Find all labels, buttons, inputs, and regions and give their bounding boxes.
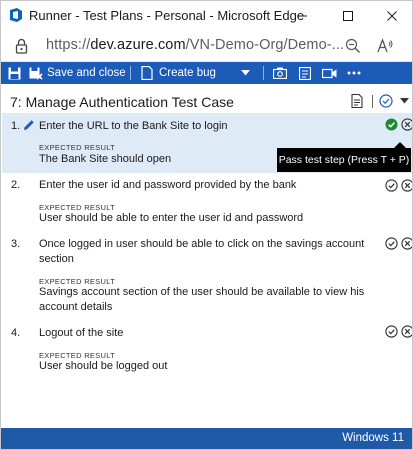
fail-icon[interactable]	[401, 237, 413, 250]
minimize-button[interactable]	[280, 1, 324, 31]
step-actions	[385, 325, 413, 338]
fail-icon[interactable]	[401, 179, 413, 192]
save-close-icon	[29, 67, 43, 80]
create-bug-icon	[141, 66, 153, 80]
zoom-out-icon	[345, 38, 360, 53]
test-case-title: 7: Manage Authentication Test Case	[10, 94, 234, 110]
step-actions	[385, 118, 413, 131]
step-action: Enter the URL to the Bank Site to login	[39, 120, 228, 132]
pencil-icon[interactable]	[23, 119, 35, 131]
step-number: 1.	[11, 120, 21, 132]
create-bug-dropdown[interactable]	[241, 62, 250, 84]
video-icon	[322, 68, 337, 78]
runner-toolbar: Save and close Create bug	[1, 62, 412, 84]
create-bug-label: Create bug	[159, 67, 216, 79]
close-icon	[387, 11, 397, 21]
chevron-down-icon	[241, 70, 250, 76]
step-action: Logout of the site	[39, 327, 124, 339]
read-aloud-button[interactable]	[376, 37, 394, 55]
toolbar-divider	[130, 66, 131, 80]
more-icon	[347, 71, 361, 75]
url-field[interactable]: https://dev.azure.com/VN-Demo-Org/Demo-.…	[46, 37, 344, 53]
azure-test-plans-icon	[10, 8, 22, 22]
pass-icon[interactable]	[385, 325, 398, 338]
record-screen-button[interactable]	[322, 62, 337, 84]
step-action: Enter the user id and password provided …	[39, 179, 297, 191]
save-icon	[8, 67, 21, 79]
toolbar-divider	[263, 66, 264, 80]
step-actions	[385, 237, 413, 250]
save-and-close-button[interactable]: Save and close	[29, 62, 126, 84]
status-circle-icon[interactable]	[379, 94, 393, 108]
create-bug-button[interactable]: Create bug	[141, 62, 216, 84]
notes-icon[interactable]	[351, 94, 363, 108]
pass-icon[interactable]	[385, 237, 398, 250]
pass-icon[interactable]	[385, 118, 398, 131]
test-step-3[interactable]: 3. Once logged in user should be able to…	[2, 233, 412, 321]
document-icon	[299, 66, 311, 80]
maximize-icon	[343, 11, 353, 21]
test-step-2[interactable]: 2. Enter the user id and password provid…	[2, 174, 412, 232]
step-number: 4.	[11, 327, 21, 339]
os-label: Windows 11	[342, 432, 404, 444]
step-number: 2.	[11, 179, 21, 191]
chevron-down-icon[interactable]	[400, 98, 409, 104]
save-button[interactable]	[8, 62, 21, 84]
expected-result-label: EXPECTED RESULT	[39, 143, 116, 152]
fail-icon[interactable]	[401, 118, 413, 131]
save-and-close-label: Save and close	[47, 67, 126, 79]
step-action: Once logged in user should be able to cl…	[39, 238, 365, 265]
url-path: /VN-Demo-Org/Demo-...	[185, 37, 345, 53]
address-bar: https://dev.azure.com/VN-Demo-Org/Demo-.…	[1, 31, 412, 62]
pass-tooltip: Pass test step (Press T + P)	[277, 148, 411, 172]
title-bar: Runner - Test Plans - Personal - Microso…	[1, 1, 412, 31]
header-divider	[372, 94, 373, 108]
screenshot-icon	[273, 67, 287, 79]
minimize-icon	[297, 15, 307, 17]
status-bar: Windows 11	[1, 428, 412, 449]
more-options-button[interactable]	[347, 62, 361, 84]
step-actions	[385, 179, 413, 192]
browser-window: Runner - Test Plans - Personal - Microso…	[0, 0, 413, 450]
step-number: 3.	[11, 238, 21, 250]
read-aloud-icon	[377, 38, 393, 53]
url-host: dev.azure.com	[90, 37, 186, 53]
expected-result: User should be able to enter the user id…	[39, 212, 304, 224]
capture-user-actions-button[interactable]	[299, 62, 311, 84]
lock-icon	[15, 38, 28, 54]
fail-icon[interactable]	[401, 325, 413, 338]
pass-icon[interactable]	[385, 179, 398, 192]
test-case-header-actions	[351, 92, 409, 110]
url-scheme: https://	[46, 37, 91, 53]
zoom-out-button[interactable]	[344, 37, 362, 55]
expected-result: Savings account section of the user shou…	[39, 286, 365, 313]
test-step-4[interactable]: 4. Logout of the site EXPECTED RESULT Us…	[2, 322, 412, 378]
expected-result: User should be logged out	[39, 360, 168, 372]
maximize-button[interactable]	[326, 1, 370, 31]
capture-screenshot-button[interactable]	[273, 62, 287, 84]
window-title: Runner - Test Plans - Personal - Microso…	[29, 8, 305, 23]
close-window-button[interactable]	[370, 1, 412, 31]
